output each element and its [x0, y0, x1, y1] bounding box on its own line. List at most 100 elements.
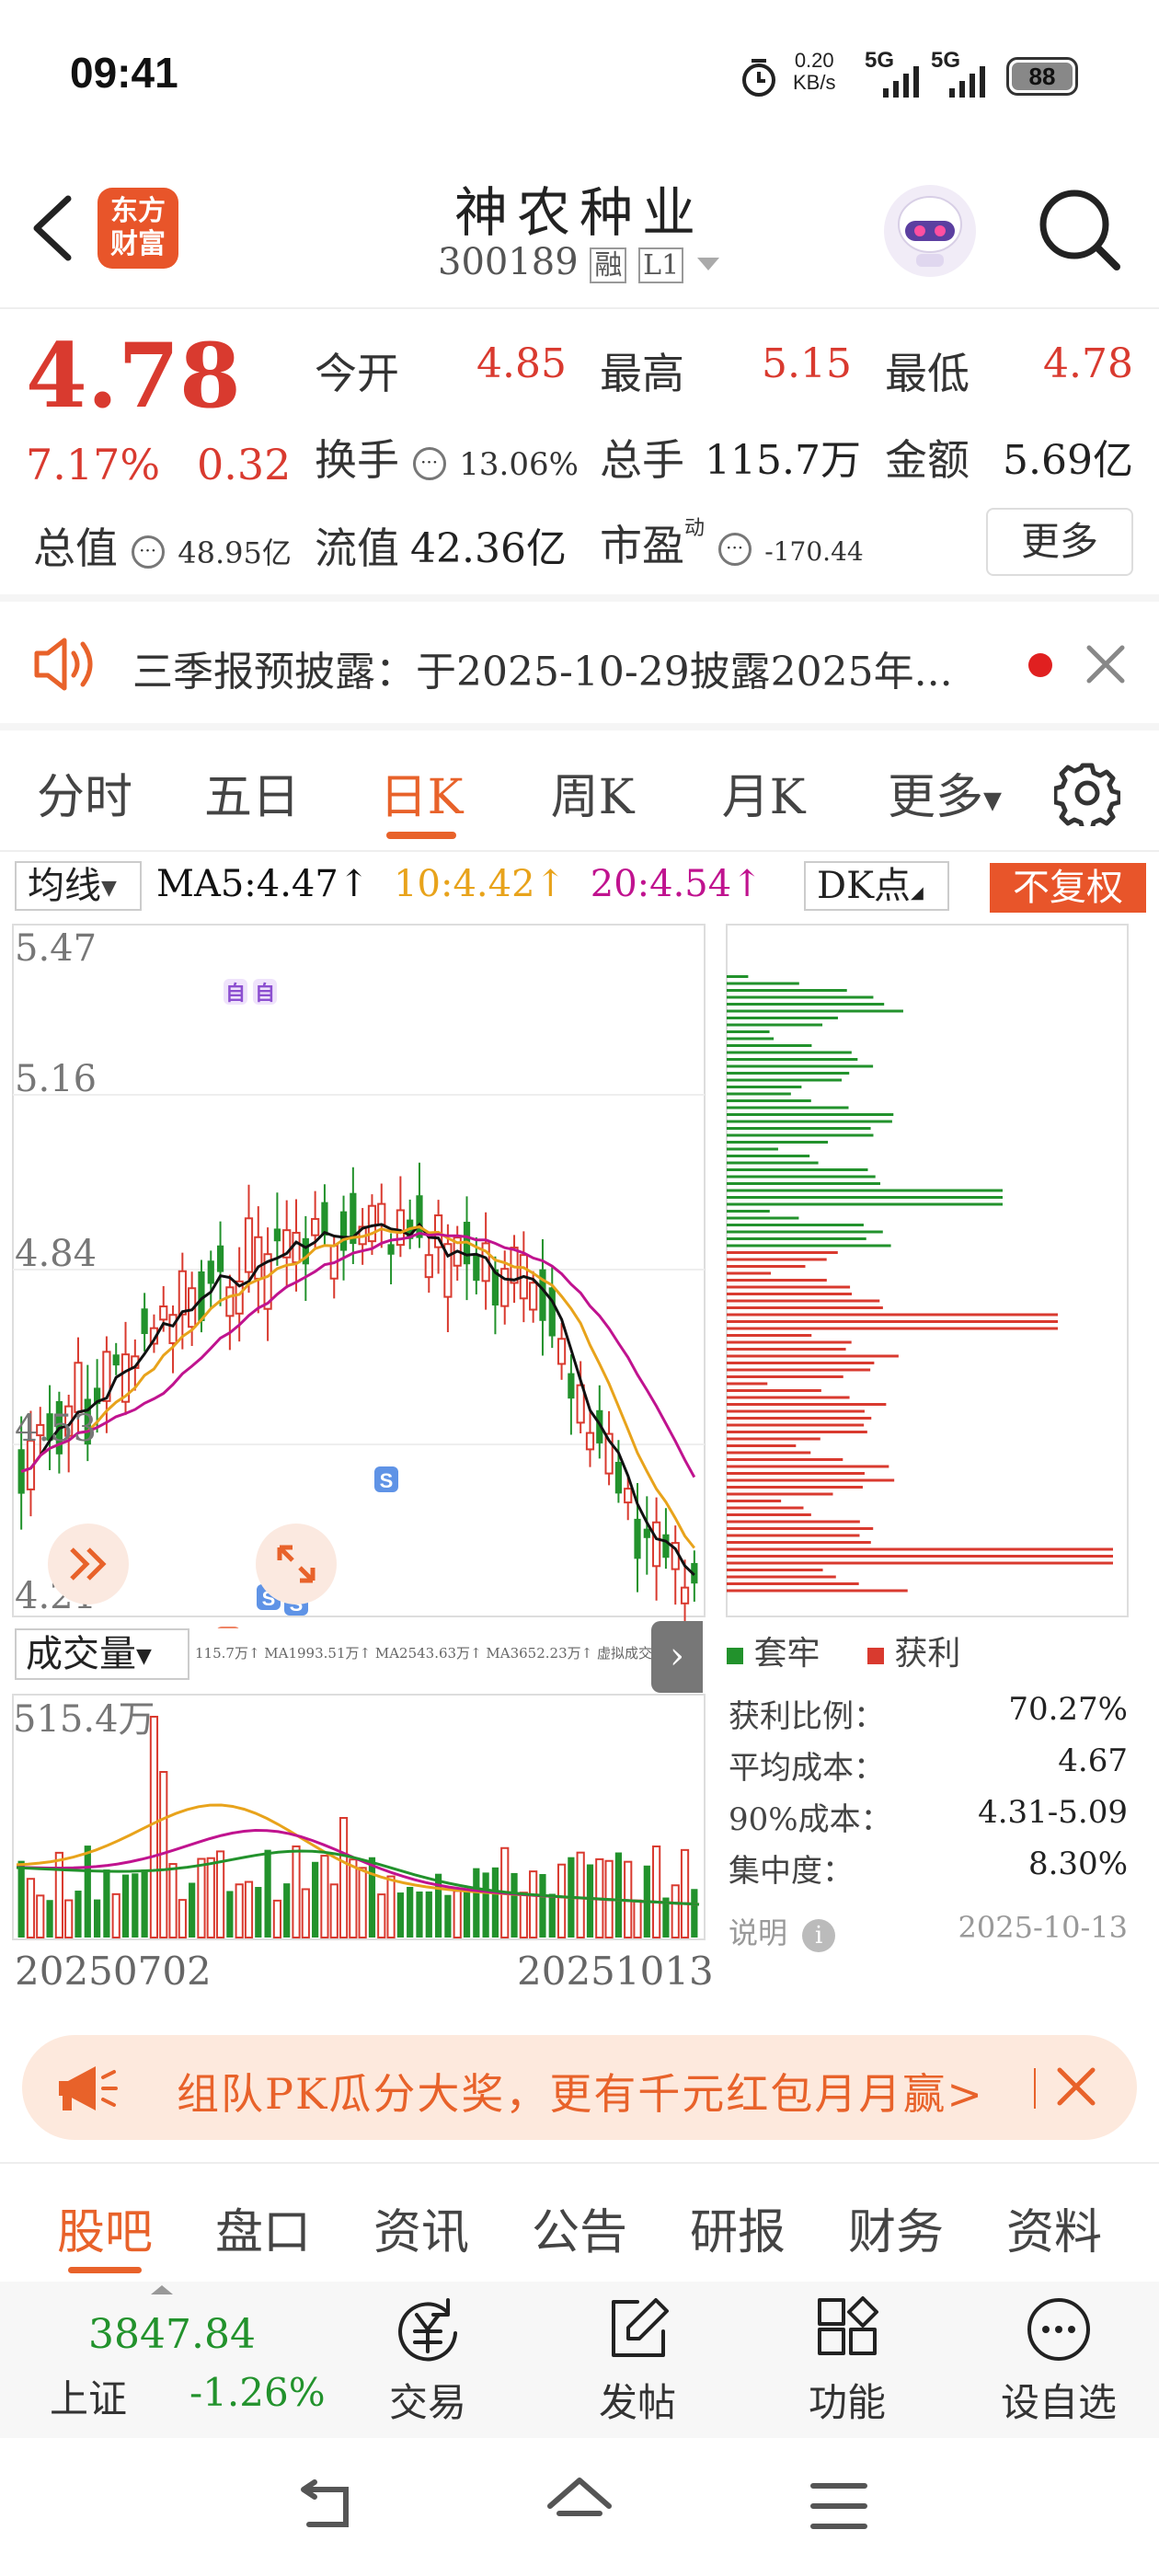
chip-note-row[interactable]: 说明 i 2025-10-13 [729, 1910, 1128, 1965]
function-button[interactable]: 功能 [787, 2293, 907, 2428]
search-icon[interactable] [1034, 184, 1122, 272]
tab-panel[interactable]: 盘口 [208, 2193, 318, 2262]
tab-guba[interactable]: 股吧 [50, 2193, 160, 2262]
tab-monthly-k[interactable]: 月K [708, 758, 819, 827]
add-watchlist-button[interactable]: 设自选 [990, 2293, 1128, 2428]
turnover-value: 13.06% [459, 446, 579, 483]
signal-bars-icon [883, 66, 919, 98]
tab-news[interactable]: 资讯 [366, 2193, 476, 2262]
float-cap-value: 42.36亿 [410, 525, 567, 572]
chip-bar [727, 1044, 812, 1047]
more-button[interactable]: 更多 [986, 508, 1133, 576]
candle [311, 1217, 320, 1236]
dk-point-label: DK点 [817, 865, 911, 907]
tab-daily-k[interactable]: 日K [366, 758, 476, 827]
settings-gear-icon[interactable] [1054, 760, 1120, 826]
chip-bar [727, 1113, 894, 1116]
volume-legend: 115.7万↑ MA1993.51万↑ MA2543.63万↑ MA3652.2… [195, 1645, 655, 1662]
volume-bar [519, 1892, 528, 1938]
tab-announcements[interactable]: 公告 [524, 2193, 635, 2262]
nav-back-icon[interactable] [291, 2475, 357, 2541]
nav-home-icon[interactable] [545, 2473, 614, 2539]
chip-bar [727, 1534, 860, 1537]
index-value[interactable]: 3847.84 [88, 2311, 256, 2358]
volume-bar [244, 1880, 254, 1938]
info-icon-2: ··· [412, 447, 446, 480]
chip-bar [727, 1368, 871, 1372]
speaker-icon [34, 638, 93, 691]
alarm-icon [742, 59, 775, 97]
kline-chart[interactable]: 自自SSSSBBBBBBTTT 5.47 5.16 4.84 4.53 4.21 [0, 920, 717, 1628]
chip-row: 90%成本： 4.31-5.09 [729, 1794, 1128, 1846]
volume-bar [235, 1883, 244, 1938]
y-axis-label-2: 5.16 [15, 1058, 97, 1100]
chip-legend: 套牢 获利 [727, 1627, 960, 1674]
close-icon[interactable] [1085, 644, 1126, 684]
candle [225, 1286, 235, 1317]
volume-bar [386, 1875, 396, 1938]
chip-bar [727, 1175, 876, 1179]
chip-bar [727, 1037, 775, 1041]
chip-bar [727, 989, 847, 992]
candle [614, 1462, 623, 1494]
margin-badge: 融 [590, 247, 627, 283]
volume-bar [339, 1817, 349, 1938]
notice-dot [1028, 653, 1052, 677]
chip-bar [727, 1299, 880, 1303]
chip-bar [727, 1064, 874, 1068]
dk-point-select[interactable]: DK点◢ [804, 861, 949, 911]
promo-close-icon[interactable] [1056, 2066, 1096, 2107]
status-time: 09:41 [70, 49, 178, 97]
candle [321, 1202, 328, 1236]
candle [74, 1362, 83, 1413]
volume-bar [407, 1886, 414, 1938]
tab-five-day[interactable]: 五日 [197, 758, 307, 827]
tab-weekly-k[interactable]: 周K [537, 758, 648, 827]
tab-intraday[interactable]: 分时 [29, 758, 140, 827]
chip-bar [727, 1030, 770, 1033]
tab-profile[interactable]: 资料 [999, 2193, 1109, 2262]
post-button[interactable]: 发帖 [578, 2293, 697, 2428]
notice-text[interactable]: 三季报预披露：于2025-10-29披露2025年... [132, 638, 997, 697]
info-icon-3: ··· [717, 533, 752, 566]
chip-bar [727, 1437, 820, 1441]
battery-icon: 88 [1006, 57, 1078, 96]
chip-bar [727, 1051, 852, 1054]
trade-button[interactable]: 交易 [368, 2293, 488, 2428]
bottom-tab-underline [68, 2267, 142, 2273]
tab-research[interactable]: 研报 [683, 2193, 793, 2262]
chip-bar [727, 1403, 887, 1406]
volume-bar [482, 1872, 489, 1938]
chip-row-value: 70.27% [1008, 1691, 1128, 1728]
chip-bar [727, 1472, 865, 1475]
chip-bar [727, 1023, 823, 1027]
app-logo[interactable]: 东方 财富 [98, 188, 178, 269]
promo-separator [1034, 2068, 1036, 2109]
robot-avatar-icon[interactable] [879, 180, 981, 282]
chip-bar [727, 1127, 871, 1130]
volume-bar [75, 1891, 82, 1938]
nav-menu-icon[interactable] [808, 2478, 870, 2534]
ma-select[interactable]: 均线▼ [15, 861, 142, 911]
logo-text-2: 财富 [110, 229, 166, 259]
volume-bar [26, 1878, 36, 1938]
volume-bar [226, 1891, 234, 1938]
stock-code-row[interactable]: 300189 融 L1 [438, 241, 721, 283]
back-icon[interactable] [26, 193, 77, 263]
tab-more[interactable]: 更多▼ [876, 758, 1014, 827]
collapse-panel-button[interactable]: › [651, 1621, 703, 1693]
tab-finance[interactable]: 财务 [841, 2193, 951, 2262]
candle [500, 1268, 510, 1307]
no-adjust-button[interactable]: 不复权 [990, 863, 1146, 913]
fullscreen-button[interactable] [256, 1524, 337, 1604]
open-value: 4.85 [476, 340, 567, 387]
expand-left-button[interactable] [48, 1524, 129, 1604]
volume-bar [652, 1845, 661, 1938]
candle [416, 1195, 423, 1238]
volume-select[interactable]: 成交量▼ [15, 1628, 189, 1680]
ma-select-label: 均线 [28, 865, 101, 907]
promo-text[interactable]: 组队PK瓜分大奖，更有千元红包月月赢> [177, 2061, 984, 2122]
chip-bar [727, 1575, 836, 1579]
turnover-label: 换手 [315, 435, 399, 485]
chip-bar [727, 1293, 853, 1295]
